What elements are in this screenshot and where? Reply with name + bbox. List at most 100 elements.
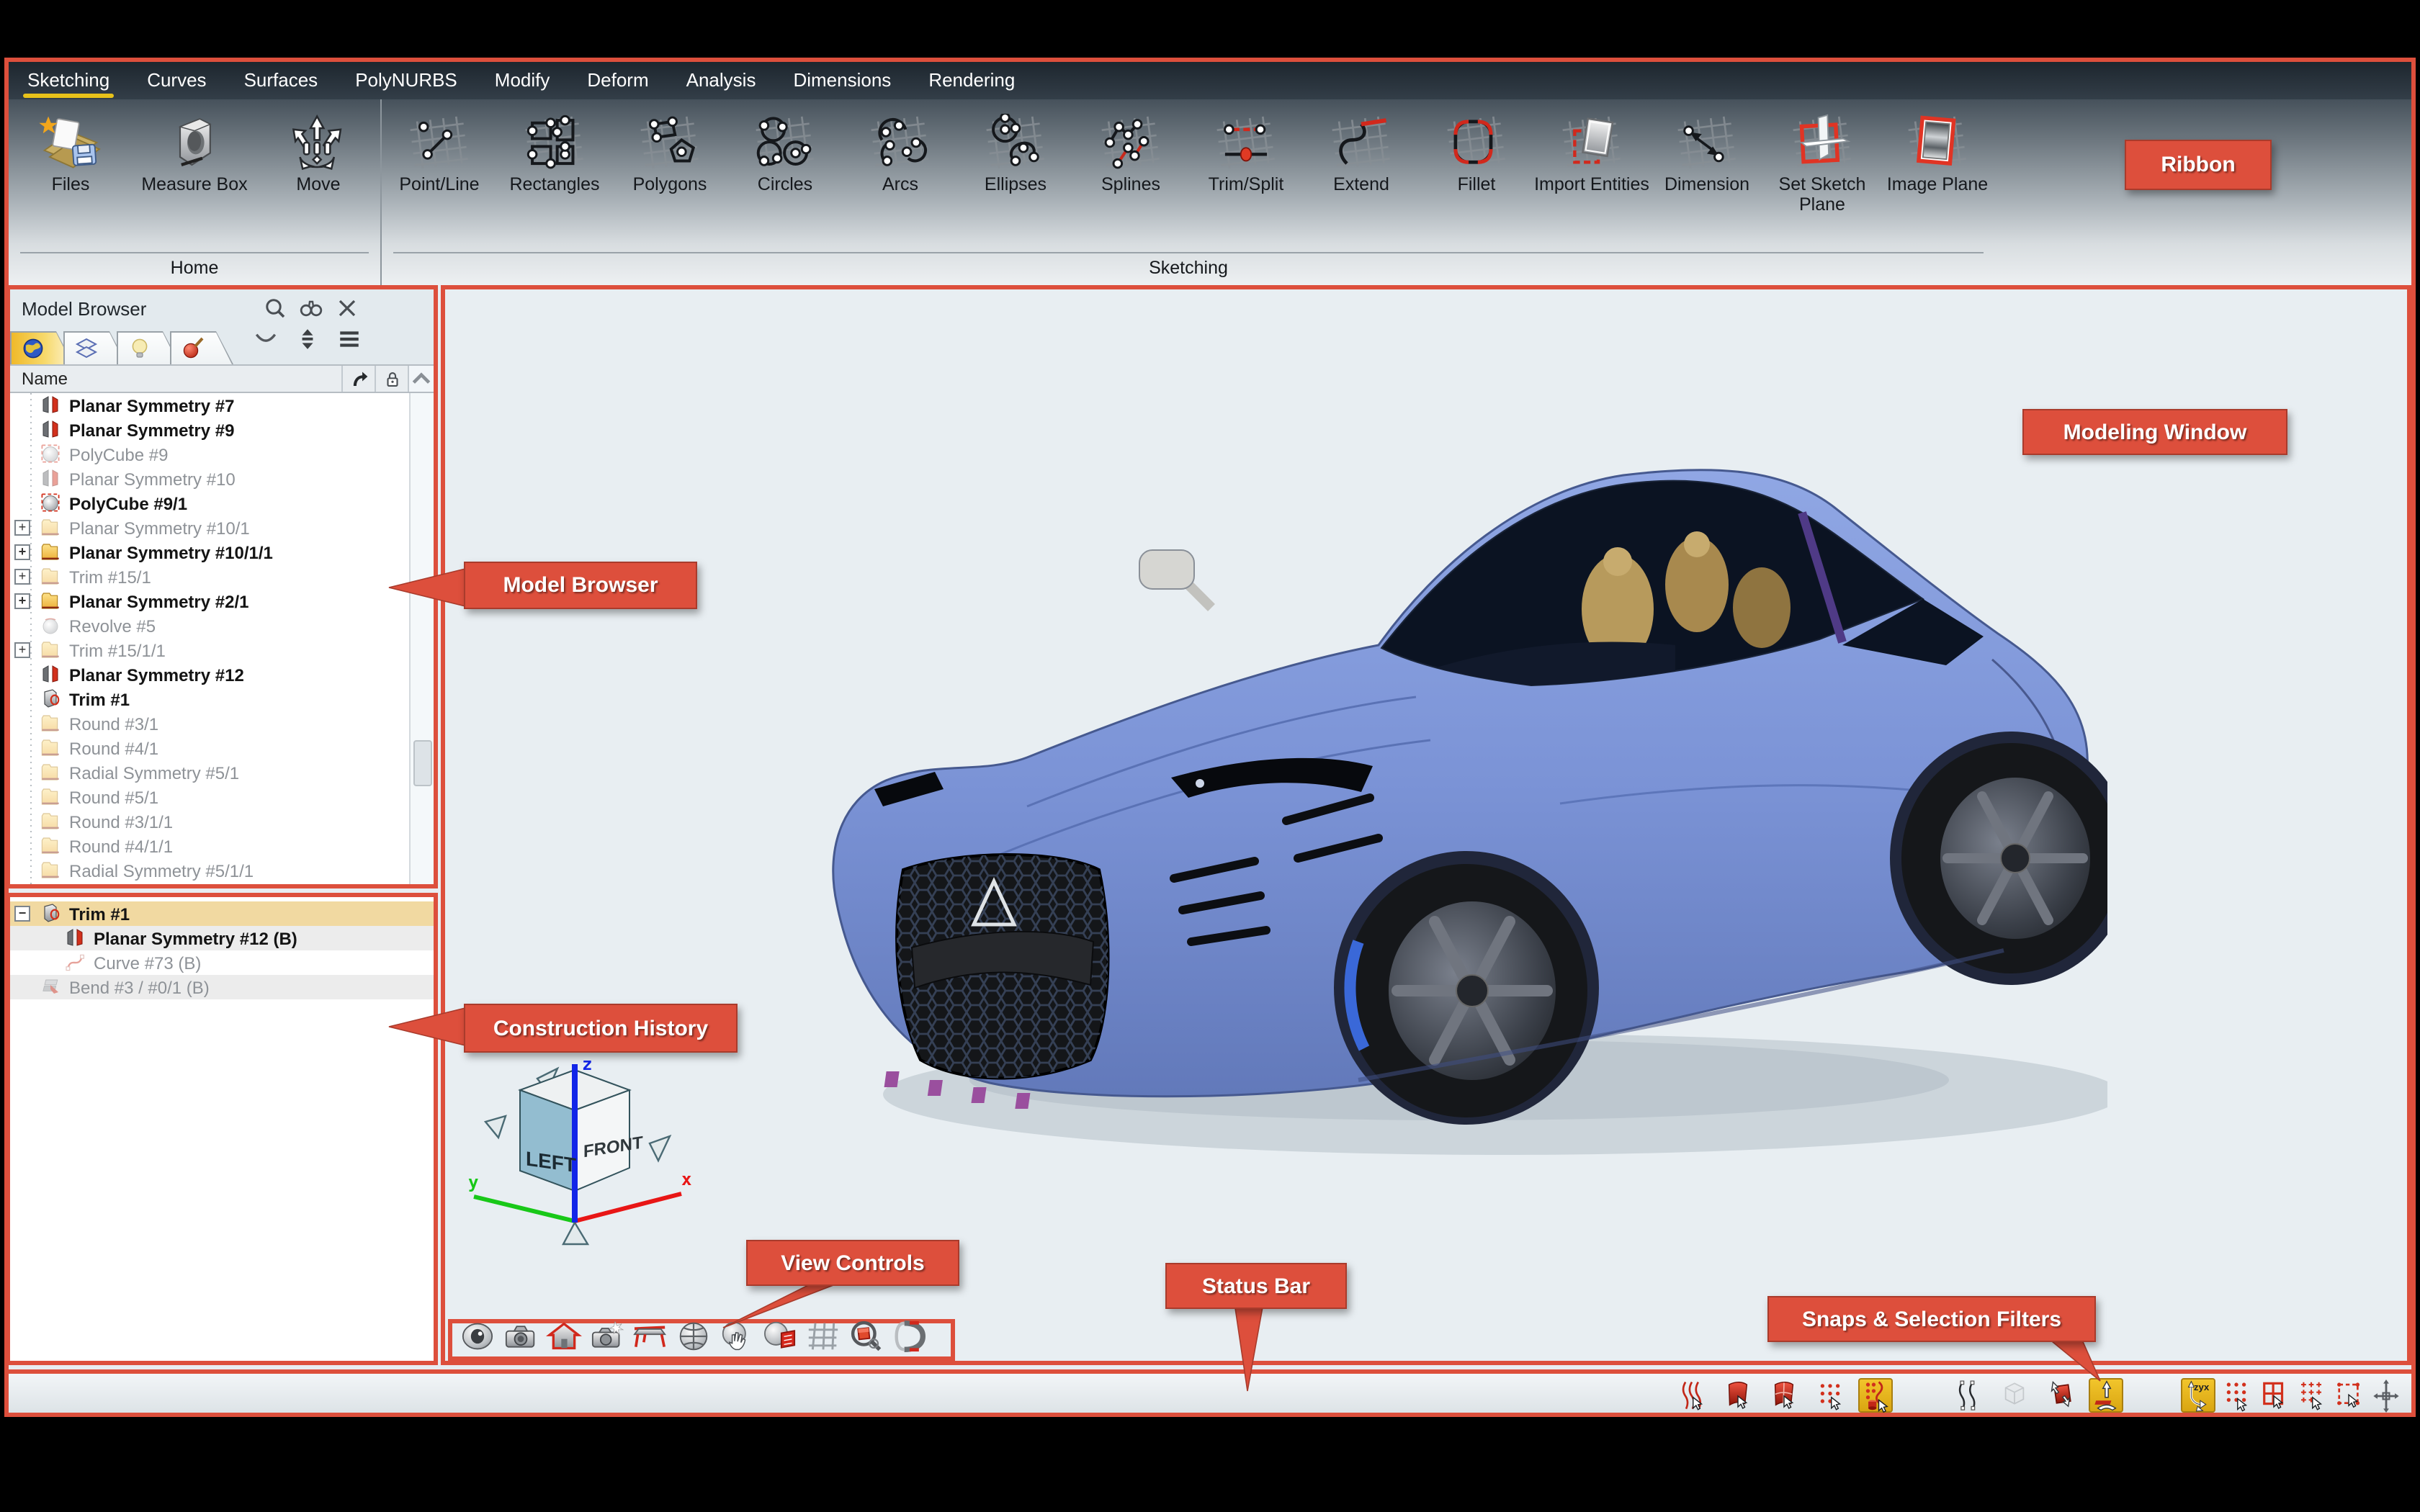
expander-minus[interactable]: − — [14, 906, 30, 922]
tool-circles[interactable]: Circles — [727, 105, 843, 252]
tool-splines[interactable]: Splines — [1073, 105, 1188, 252]
tree-row[interactable]: Round #4/1/1 — [10, 834, 434, 858]
viewcube-arrow-left[interactable] — [485, 1116, 506, 1138]
globe-rotate-button[interactable] — [674, 1320, 713, 1359]
filter-direction-button[interactable] — [2089, 1378, 2123, 1413]
tree-row[interactable]: Radial Symmetry #5/1/1 — [10, 858, 434, 883]
menu-tab-dimensions[interactable]: Dimensions — [774, 62, 910, 99]
expander-plus[interactable]: + — [14, 520, 30, 536]
filter-curves-button[interactable] — [1950, 1378, 1985, 1413]
view-cube[interactable]: LEFT FRONT z x y — [462, 1053, 693, 1257]
expander-plus[interactable]: + — [14, 642, 30, 658]
tree-row[interactable]: Planar Symmetry #10 — [10, 467, 434, 491]
snapshot-button[interactable] — [588, 1320, 627, 1359]
menu-tab-modify[interactable]: Modify — [476, 62, 569, 99]
tool-import-entities[interactable]: Import Entities — [1534, 105, 1649, 252]
tree-row[interactable]: Trim #1 — [10, 687, 434, 711]
snap-points-button[interactable] — [1812, 1378, 1847, 1413]
menu-tab-analysis[interactable]: Analysis — [668, 62, 775, 99]
lock-column[interactable] — [375, 366, 408, 392]
tool-polygons[interactable]: Polygons — [612, 105, 727, 252]
tool-extend[interactable]: Extend — [1304, 105, 1419, 252]
tool-measure-box[interactable]: Measure Box — [133, 105, 256, 252]
tree-row[interactable]: Planar Symmetry #9 — [10, 418, 434, 442]
camera-button[interactable] — [501, 1320, 540, 1359]
expander-plus[interactable]: + — [14, 544, 30, 560]
front-wheel[interactable] — [1334, 851, 1599, 1125]
tree-row[interactable]: Radial Symmetry #5/1 — [10, 760, 434, 785]
tree-row[interactable]: +Planar Symmetry #10/1/1 — [10, 540, 434, 564]
zoom-box-button[interactable] — [847, 1320, 886, 1359]
filter-points-button[interactable] — [2218, 1378, 2253, 1413]
sort-arrows-button[interactable] — [295, 327, 320, 359]
coords-zyx-button[interactable]: zyx — [2181, 1378, 2215, 1413]
rotate-3d-button[interactable] — [890, 1320, 929, 1359]
scrollbar-thumb[interactable] — [413, 740, 432, 786]
tree-row[interactable]: +Trim #15/1 — [10, 564, 434, 589]
tree-row[interactable]: +Planar Symmetry #10/1 — [10, 516, 434, 540]
filter-solids-button[interactable] — [1996, 1378, 2031, 1413]
menu-tab-surfaces[interactable]: Surfaces — [225, 62, 337, 99]
tool-ellipses[interactable]: Ellipses — [958, 105, 1073, 252]
tree-row[interactable]: Round #4/1 — [10, 736, 434, 760]
tool-move[interactable]: Move — [256, 105, 380, 252]
tree-row[interactable]: +Trim #15/1/1 — [10, 638, 434, 662]
tree-row[interactable]: Planar Symmetry #12 — [10, 662, 434, 687]
search-button[interactable] — [264, 297, 287, 327]
viewcube-arrow-bottom[interactable] — [563, 1223, 588, 1244]
tree-row[interactable]: Round #3/1/1 — [10, 809, 434, 834]
scroll-up-button[interactable] — [408, 366, 434, 392]
menu-tab-curves[interactable]: Curves — [128, 62, 225, 99]
tool-image-plane[interactable]: Image Plane — [1880, 105, 1995, 252]
grid-toggle-button[interactable] — [804, 1320, 843, 1359]
tool-fillet[interactable]: Fillet — [1419, 105, 1534, 252]
car-model[interactable] — [811, 429, 2107, 1178]
home-view-button[interactable] — [544, 1320, 583, 1359]
tree-row[interactable]: Revolve #5 — [10, 613, 434, 638]
snap-curves-button[interactable] — [1674, 1378, 1708, 1413]
side-mirror[interactable] — [1139, 550, 1211, 608]
tool-dimension[interactable]: Dimension — [1649, 105, 1765, 252]
binoculars-button[interactable] — [300, 297, 323, 327]
menu-tab-sketching[interactable]: Sketching — [9, 62, 128, 99]
viewcube-arrow-right[interactable] — [650, 1136, 670, 1161]
snap-surface-button[interactable] — [1720, 1378, 1754, 1413]
menu-tab-polynurbs[interactable]: PolyNURBS — [336, 62, 476, 99]
history-row[interactable]: Bend #3 / #0/1 (B) — [10, 975, 434, 999]
sphere-plane-button[interactable] — [761, 1320, 799, 1359]
tree-row[interactable]: Round #5/1 — [10, 785, 434, 809]
tool-set-sketch-plane[interactable]: Set Sketch Plane — [1765, 105, 1880, 252]
visibility-button[interactable] — [458, 1320, 497, 1359]
jump-arrow-column[interactable] — [341, 366, 375, 392]
browser-tab-material-tab[interactable] — [170, 331, 233, 364]
filter-frame-button[interactable] — [2256, 1378, 2290, 1413]
curve-arc-button[interactable] — [254, 327, 278, 359]
move-crosshair-button[interactable] — [2368, 1378, 2403, 1413]
filter-grid-points-button[interactable] — [2293, 1378, 2328, 1413]
menu-tab-deform[interactable]: Deform — [568, 62, 667, 99]
tool-rectangles[interactable]: Rectangles — [497, 105, 612, 252]
perspective-table-button[interactable] — [631, 1320, 670, 1359]
tree-row[interactable]: +Planar Symmetry #2/1 — [10, 589, 434, 613]
tool-files[interactable]: Files — [9, 105, 133, 252]
history-row[interactable]: −Trim #1 — [10, 901, 434, 926]
tool-arcs[interactable]: Arcs — [843, 105, 958, 252]
tree-scrollbar[interactable] — [409, 393, 434, 888]
filter-surface-arrows-button[interactable] — [2043, 1378, 2077, 1413]
menu-tab-rendering[interactable]: Rendering — [910, 62, 1034, 99]
expander-plus[interactable]: + — [14, 569, 30, 585]
tool-point-line[interactable]: Point/Line — [382, 105, 497, 252]
filter-region-button[interactable] — [2331, 1378, 2365, 1413]
snap-curve-points-button[interactable] — [1858, 1378, 1893, 1413]
tree-row[interactable]: Round #3/1 — [10, 711, 434, 736]
tool-trim-split[interactable]: Trim/Split — [1188, 105, 1304, 252]
history-row[interactable]: Curve #73 (B) — [10, 950, 434, 975]
pan-hand-button[interactable] — [717, 1320, 756, 1359]
expander-plus[interactable]: + — [14, 593, 30, 609]
snap-surface-grid-button[interactable] — [1766, 1378, 1801, 1413]
history-row[interactable]: Planar Symmetry #12 (B) — [10, 926, 434, 950]
tree-row[interactable]: PolyCube #9/1 — [10, 491, 434, 516]
list-view-button[interactable] — [337, 327, 362, 359]
close-button[interactable] — [336, 297, 359, 327]
tree-row[interactable]: Planar Symmetry #7 — [10, 393, 434, 418]
